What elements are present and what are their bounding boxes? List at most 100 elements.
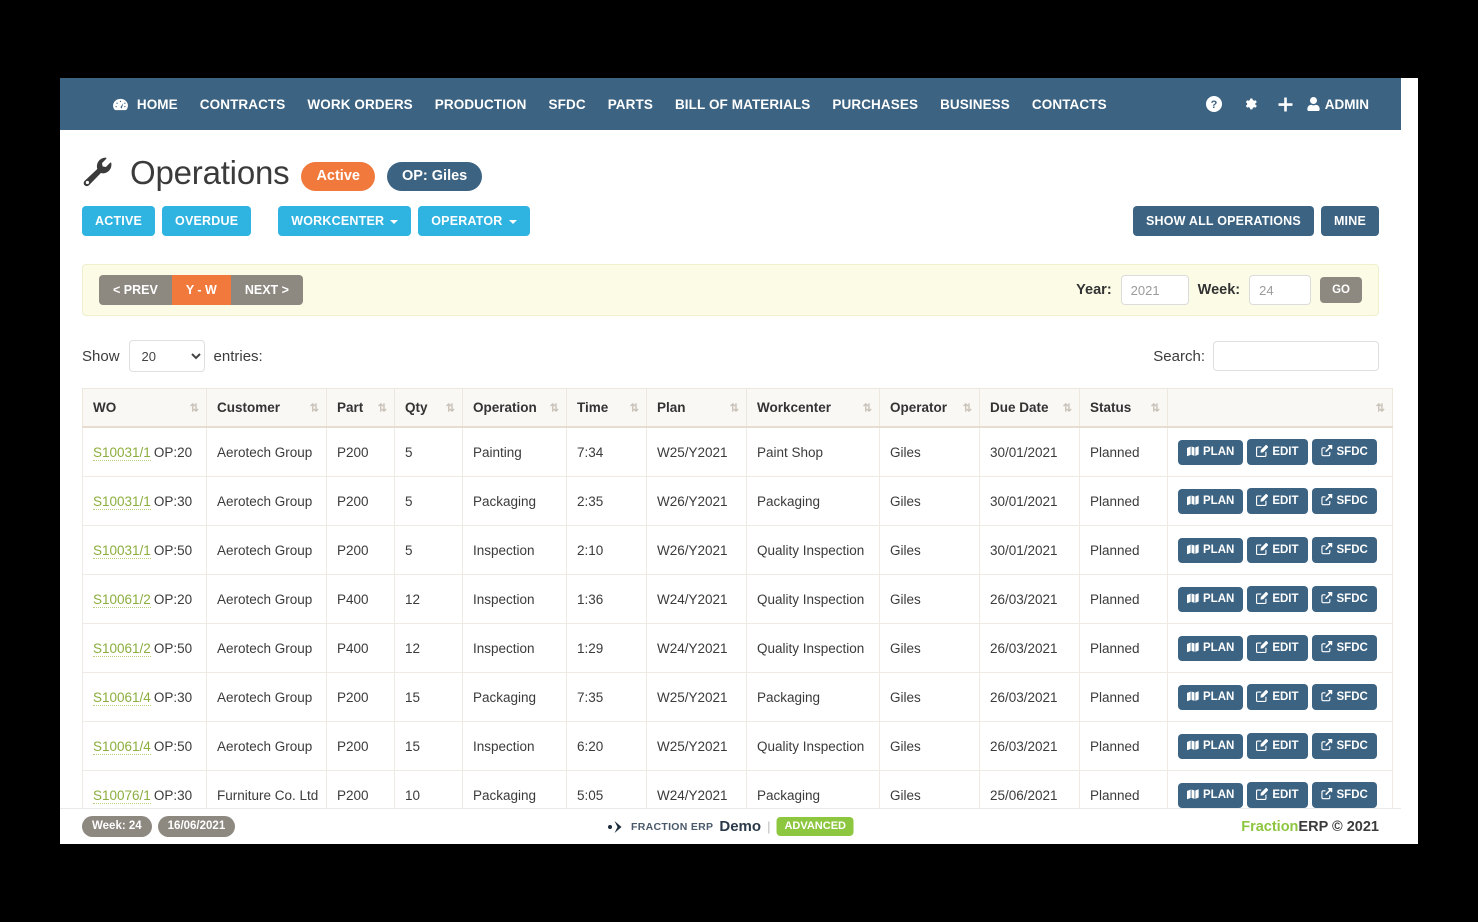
go-button[interactable]: GO [1320,277,1362,303]
sort-icon: ⇅ [310,401,318,414]
gear-icon[interactable] [1232,90,1268,118]
plan-button[interactable]: PLAN [1178,440,1243,465]
edit-button[interactable]: EDIT [1247,586,1307,612]
fraction-logo-icon [607,820,625,834]
plan-button[interactable]: PLAN [1178,489,1243,514]
col-qty[interactable]: Qty⇅ [395,389,463,428]
mine-button[interactable]: MINE [1321,206,1379,236]
wo-link[interactable]: S10061/4 [93,739,151,755]
edit-button[interactable]: EDIT [1247,782,1307,808]
year-input[interactable] [1121,275,1189,305]
wo-link[interactable]: S10076/1 [93,788,151,804]
nav-item-sfdc[interactable]: SFDC [538,91,597,118]
sfdc-button[interactable]: SFDC [1312,586,1377,612]
edit-button[interactable]: EDIT [1247,488,1307,514]
wo-link[interactable]: S10031/1 [93,494,151,510]
wo-link[interactable]: S10061/4 [93,690,151,706]
cell-status: Planned [1080,624,1168,673]
nav-item-parts[interactable]: PARTS [597,91,664,118]
status-badge-active: Active [301,162,375,191]
cell-plan: W24/Y2021 [647,575,747,624]
nav-item-contacts[interactable]: CONTACTS [1021,91,1118,118]
cell-operator: Giles [880,624,980,673]
sfdc-button[interactable]: SFDC [1312,782,1377,808]
sfdc-button[interactable]: SFDC [1312,635,1377,661]
nav-item-work-orders[interactable]: WORK ORDERS [296,91,423,118]
table-row: S10061/4OP:30Aerotech GroupP20015Packagi… [83,673,1393,722]
prev-week-button[interactable]: < PREV [99,275,172,305]
week-input[interactable] [1249,275,1311,305]
col-customer[interactable]: Customer⇅ [207,389,327,428]
sfdc-label: SFDC [1337,446,1368,458]
entries-per-page-select[interactable]: 20 [129,340,205,372]
wo-link[interactable]: S10031/1 [93,445,151,461]
col-due-date[interactable]: Due Date⇅ [980,389,1080,428]
map-icon [1187,544,1199,557]
wo-op: OP:30 [154,788,192,803]
show-all-operations-button[interactable]: SHOW ALL OPERATIONS [1133,206,1314,236]
col-workcenter[interactable]: Workcenter⇅ [747,389,880,428]
cell-operation: Inspection [463,575,567,624]
question-circle-icon[interactable]: ? [1196,90,1232,118]
wo-link[interactable]: S10061/2 [93,592,151,608]
cell-operator: Giles [880,477,980,526]
cell-plan: W25/Y2021 [647,722,747,771]
plan-button[interactable]: PLAN [1178,587,1243,612]
filter-workcenter-dropdown[interactable]: WORKCENTER [278,206,411,236]
edit-button[interactable]: EDIT [1247,635,1307,661]
sfdc-button[interactable]: SFDC [1312,439,1377,465]
cell-customer: Aerotech Group [207,624,327,673]
edit-button[interactable]: EDIT [1247,684,1307,710]
sfdc-button[interactable]: SFDC [1312,733,1377,759]
nav-item-business[interactable]: BUSINESS [929,91,1021,118]
col-status[interactable]: Status⇅ [1080,389,1168,428]
sfdc-button[interactable]: SFDC [1312,684,1377,710]
edit-button[interactable]: EDIT [1247,537,1307,563]
next-week-button[interactable]: NEXT > [231,275,303,305]
nav-item-bill-of-materials[interactable]: BILL OF MATERIALS [664,91,821,118]
filter-operator-dropdown[interactable]: OPERATOR [418,206,529,236]
cell-workcenter: Quality Inspection [747,526,880,575]
edit-button[interactable]: EDIT [1247,439,1307,465]
filter-active-button[interactable]: ACTIVE [82,206,155,236]
filter-overdue-button[interactable]: OVERDUE [162,206,251,236]
sfdc-button[interactable]: SFDC [1312,488,1377,514]
wrench-icon [82,157,114,189]
wo-link[interactable]: S10061/2 [93,641,151,657]
plan-button[interactable]: PLAN [1178,783,1243,808]
cell-part: P200 [327,477,395,526]
nav-item-production[interactable]: PRODUCTION [424,91,538,118]
nav-item-admin[interactable]: ADMIN [1303,91,1375,118]
page-title: Operations [130,154,289,192]
wo-link[interactable]: S10031/1 [93,543,151,559]
plan-button[interactable]: PLAN [1178,734,1243,759]
col-wo[interactable]: WO⇅ [83,389,207,428]
svg-text:?: ? [1210,99,1217,111]
plan-button[interactable]: PLAN [1178,636,1243,661]
col-plan[interactable]: Plan⇅ [647,389,747,428]
cell-status: Planned [1080,722,1168,771]
sfdc-button[interactable]: SFDC [1312,537,1377,563]
nav-item-purchases[interactable]: PURCHASES [821,91,929,118]
col-operation[interactable]: Operation⇅ [463,389,567,428]
col-operator[interactable]: Operator⇅ [880,389,980,428]
plus-icon[interactable] [1268,91,1303,118]
cell-actions: PLANEDITSFDC [1168,526,1393,575]
wo-op: OP:30 [154,494,192,509]
col-part[interactable]: Part⇅ [327,389,395,428]
cell-wo: S10061/4OP:30 [83,673,207,722]
cell-actions: PLANEDIT SFDC [1168,427,1393,477]
plan-button[interactable]: PLAN [1178,685,1243,710]
nav-item-home[interactable]: HOME [102,91,189,118]
year-week-toggle-button[interactable]: Y - W [172,275,231,305]
col-time[interactable]: Time⇅ [567,389,647,428]
sort-icon: ⇅ [1151,401,1159,414]
footer-date-pill: 16/06/2021 [158,816,236,837]
search-input[interactable] [1213,341,1379,371]
edit-button[interactable]: EDIT [1247,733,1307,759]
cell-actions: PLANEDITSFDC [1168,722,1393,771]
col-actions[interactable]: ⇅ [1168,389,1393,428]
cell-time: 2:35 [567,477,647,526]
plan-button[interactable]: PLAN [1178,538,1243,563]
nav-item-contracts[interactable]: CONTRACTS [189,91,297,118]
